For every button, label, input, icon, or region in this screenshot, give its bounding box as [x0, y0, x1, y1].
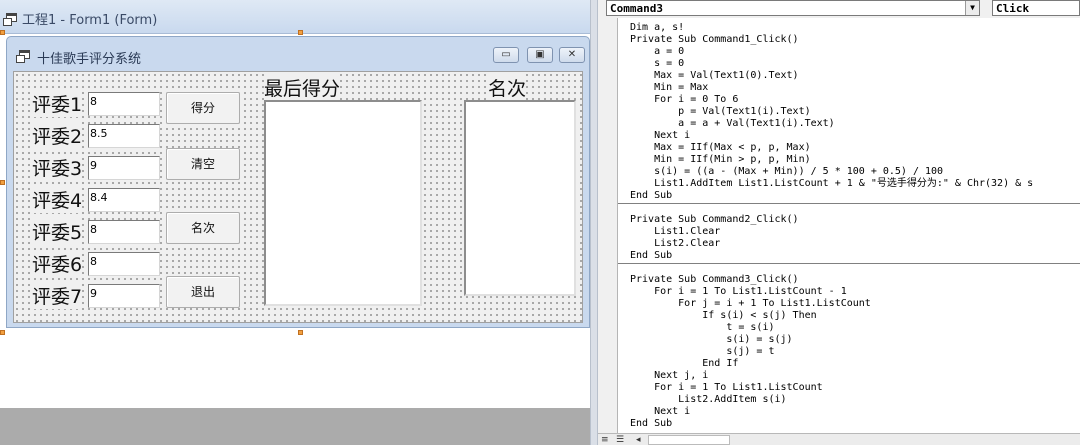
judge-score-field-5[interactable]: 8	[88, 220, 160, 244]
rank-listbox[interactable]	[464, 100, 576, 296]
resize-handle-left[interactable]	[0, 180, 5, 185]
code-line[interactable]: p = Val(Text1(i).Text)	[630, 106, 810, 118]
resize-handle-bottom-left[interactable]	[0, 330, 5, 335]
form-client-area[interactable]: 评委1 评委2 评委3 评委4 评委5 评委6 评委7 8 8.5 9 8.4 …	[13, 71, 583, 323]
designer-title: 工程1 - Form1 (Form)	[22, 13, 158, 28]
scroll-left-icon[interactable]: ◂	[636, 435, 641, 445]
resize-handle-bottom[interactable]	[298, 330, 303, 335]
code-line[interactable]: Max = Val(Text1(0).Text)	[630, 70, 799, 82]
close-button[interactable]: ✕	[559, 47, 585, 63]
code-margin	[598, 18, 618, 433]
judge-label-2: 评委2	[32, 122, 83, 149]
procedure-separator	[618, 263, 1080, 264]
rank-label: 名次	[488, 74, 527, 101]
designer-titlebar: 工程1 - Form1 (Form)	[0, 0, 590, 34]
judge-score-field-3[interactable]: 9	[88, 156, 160, 180]
maximize-button[interactable]: ▣	[527, 47, 553, 63]
minimize-button[interactable]: ▭	[493, 47, 519, 63]
designer-background-strip	[0, 408, 590, 445]
exit-button[interactable]: 退出	[166, 276, 240, 308]
procedure-combobox-value: Click	[996, 2, 1030, 15]
judge-label-4: 评委4	[32, 186, 83, 213]
code-line[interactable]: If s(i) < s(j) Then	[630, 310, 816, 322]
code-line[interactable]: s(i) = s(j)	[630, 334, 792, 346]
code-line[interactable]: Next i	[630, 130, 690, 142]
form-app-icon	[16, 50, 30, 63]
rank-button[interactable]: 名次	[166, 212, 240, 244]
procedure-separator	[618, 203, 1080, 204]
code-line[interactable]: s(j) = t	[630, 346, 774, 358]
judge-score-field-6[interactable]: 8	[88, 252, 160, 276]
code-line[interactable]: Max = IIf(Max < p, p, Max)	[630, 142, 811, 154]
code-line[interactable]: For i = 1 To List1.ListCount - 1	[630, 286, 847, 298]
object-dropdown-arrow-icon[interactable]: ▼	[965, 1, 979, 15]
code-line[interactable]: List2.Clear	[630, 238, 720, 250]
procedure-view-icon[interactable]: ≡	[601, 435, 609, 445]
judge-label-5: 评委5	[32, 218, 83, 245]
judge-score-field-4[interactable]: 8.4	[88, 188, 160, 212]
code-line[interactable]: Min = IIf(Min > p, p, Min)	[630, 154, 811, 166]
code-line[interactable]: End If	[630, 358, 738, 370]
judge-label-3: 评委3	[32, 154, 83, 181]
judge-label-7: 评委7	[32, 282, 83, 309]
full-module-view-icon[interactable]: ☰	[616, 435, 624, 445]
code-line[interactable]: Next j, i	[630, 370, 708, 382]
resize-handle-top[interactable]	[298, 30, 303, 35]
judge-label-6: 评委6	[32, 250, 83, 277]
form-window-icon	[3, 13, 17, 26]
scroll-thumb[interactable]	[648, 435, 730, 445]
form-window[interactable]: 十佳歌手评分系统 ▭ ▣ ✕ 评委1 评委2 评委3 评委4 评委5 评委6 评…	[6, 36, 590, 328]
judge-label-1: 评委1	[32, 90, 83, 117]
code-line[interactable]: Private Sub Command3_Click()	[630, 274, 799, 286]
code-line[interactable]: s = 0	[630, 58, 684, 70]
final-score-listbox[interactable]	[264, 100, 422, 306]
object-combobox[interactable]: Command3 ▼	[606, 0, 980, 16]
code-line[interactable]: t = s(i)	[630, 322, 774, 334]
code-line[interactable]: Private Sub Command2_Click()	[630, 214, 799, 226]
form-titlebar[interactable]: 十佳歌手评分系统 ▭ ▣ ✕	[7, 37, 589, 71]
code-editor[interactable]: Dim a, s! Private Sub Command1_Click() a …	[618, 20, 1080, 433]
clear-button[interactable]: 清空	[166, 148, 240, 180]
code-window: Command3 ▼ Click Dim a, s! Private Sub Co…	[598, 0, 1080, 445]
code-line[interactable]: Dim a, s!	[630, 22, 684, 34]
resize-handle-top-left[interactable]	[0, 30, 5, 35]
code-line[interactable]: End Sub	[630, 418, 672, 430]
pane-splitter[interactable]	[590, 0, 598, 445]
code-line[interactable]: a = a + Val(Text1(i).Text)	[630, 118, 835, 130]
code-line[interactable]: For i = 1 To List1.ListCount	[630, 382, 823, 394]
code-line[interactable]: For i = 0 To 6	[630, 94, 738, 106]
code-line[interactable]: a = 0	[630, 46, 684, 58]
code-line[interactable]: List1.Clear	[630, 226, 720, 238]
judge-score-field-2[interactable]: 8.5	[88, 124, 160, 148]
code-line[interactable]: Private Sub Command1_Click()	[630, 34, 799, 46]
object-combobox-value: Command3	[610, 2, 663, 15]
code-line[interactable]: s(i) = ((a - (Max + Min)) / 5 * 100 + 0.…	[630, 166, 943, 178]
form-title: 十佳歌手评分系统	[37, 52, 142, 67]
code-line[interactable]: For j = i + 1 To List1.ListCount	[630, 298, 871, 310]
code-line[interactable]: List2.AddItem s(i)	[630, 394, 786, 406]
code-line[interactable]: List1.AddItem List1.ListCount + 1 & "号选手…	[630, 178, 1033, 190]
code-line[interactable]: End Sub	[630, 190, 672, 202]
final-score-label: 最后得分	[264, 74, 341, 101]
horizontal-scrollbar[interactable]: ≡ ☰ ◂	[598, 433, 1080, 445]
form-designer: 工程1 - Form1 (Form) 十佳歌手评分系统 ▭ ▣ ✕ 评委1 评委…	[0, 0, 590, 445]
code-line[interactable]: End Sub	[630, 250, 672, 262]
code-line[interactable]: Next i	[630, 406, 690, 418]
judge-score-field-1[interactable]: 8	[88, 92, 160, 116]
judge-score-field-7[interactable]: 9	[88, 284, 160, 308]
score-button[interactable]: 得分	[166, 92, 240, 124]
procedure-combobox[interactable]: Click	[992, 0, 1080, 16]
code-line[interactable]: Min = Max	[630, 82, 708, 94]
